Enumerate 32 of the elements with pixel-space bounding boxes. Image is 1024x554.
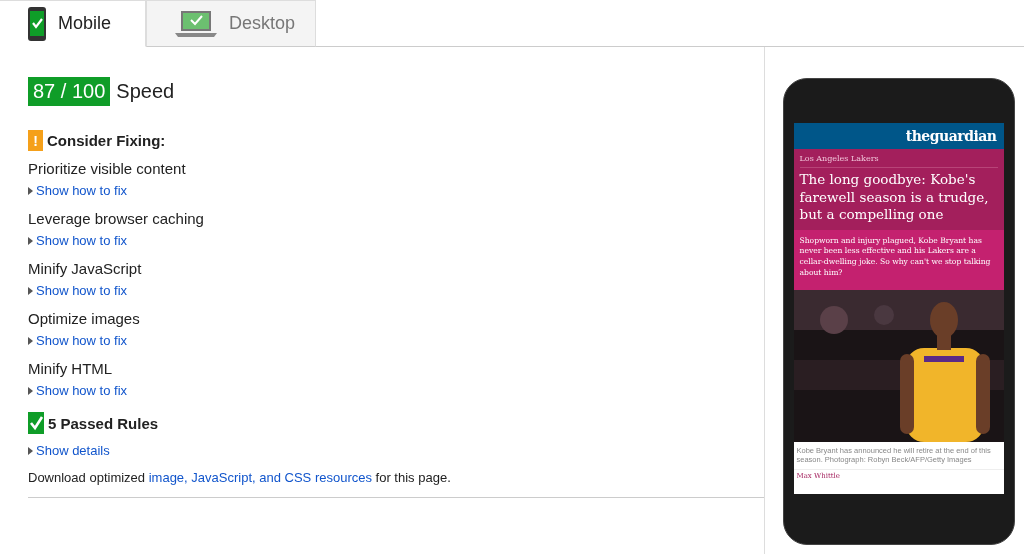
- score-label: Speed: [116, 80, 175, 103]
- rule-name: Leverage browser caching: [28, 210, 205, 227]
- check-icon: [28, 412, 44, 434]
- rule-name: Prioritize visible content: [28, 160, 187, 177]
- score-badge: 87 / 100: [28, 77, 111, 106]
- caret-icon: [28, 386, 33, 395]
- link[interactable]: image, JavaScript, and CSS resources: [148, 470, 372, 485]
- section-heading: 5 Passed Rules: [48, 414, 159, 432]
- caret-icon: [28, 446, 33, 455]
- caret-icon: [28, 336, 33, 345]
- logo: theguardian: [905, 128, 997, 144]
- link[interactable]: Show how to fix: [36, 383, 128, 398]
- caret-icon: [28, 186, 33, 195]
- link[interactable]: Show how to fix: [36, 333, 128, 348]
- tab[interactable]: Mobile: [0, 0, 146, 47]
- download-text: Download optimized image, JavaScript, and CSS resources for this page.: [28, 470, 452, 485]
- headline: The long goodbye: Kobe's farewell season is a trudge, but a compelling one: [799, 171, 990, 224]
- laptop-icon: [175, 8, 217, 39]
- caret-icon: [28, 236, 33, 245]
- link[interactable]: Show details: [36, 443, 110, 458]
- tab[interactable]: Desktop: [146, 0, 316, 47]
- link[interactable]: Show how to fix: [36, 283, 128, 298]
- section-heading: Consider Fixing:: [47, 132, 166, 149]
- warning-icon: !: [28, 130, 43, 151]
- rule-name: Minify JavaScript: [28, 260, 143, 277]
- rule-name: Minify HTML: [28, 360, 114, 377]
- caret-icon: [28, 286, 33, 295]
- section-label: Los Angeles Lakers: [799, 154, 998, 168]
- phone-icon: [28, 6, 46, 41]
- rule-name: Optimize images: [28, 310, 141, 327]
- link[interactable]: Show how to fix: [36, 233, 128, 248]
- link[interactable]: Show how to fix: [36, 183, 128, 198]
